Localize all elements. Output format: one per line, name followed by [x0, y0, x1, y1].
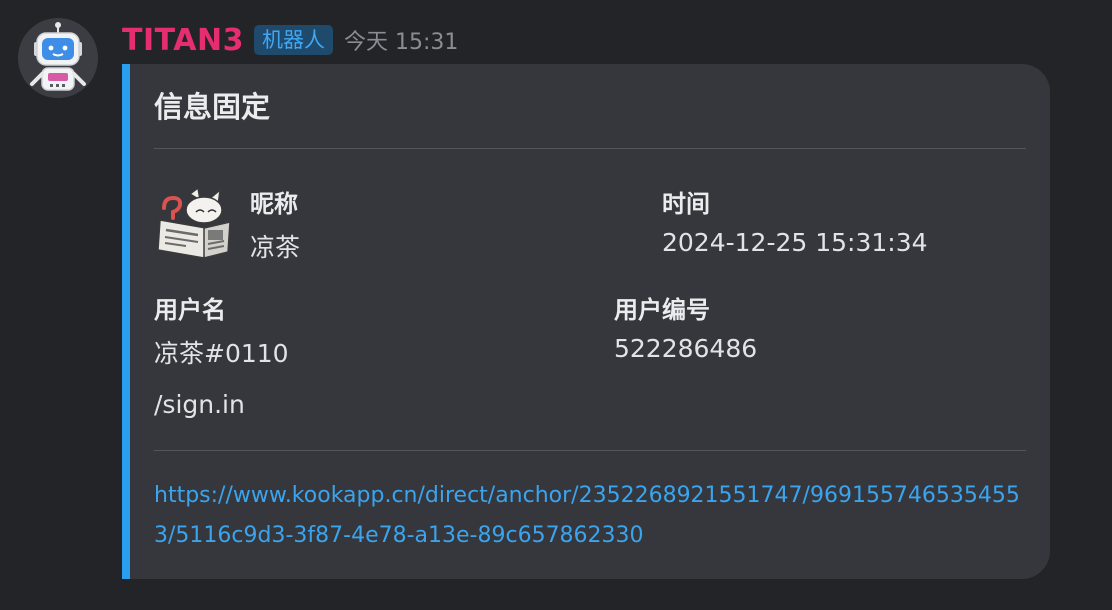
embed-card: 信息固定 昵称 凉茶 时间 2024-12-25 15:31:34 用户名 凉茶… — [122, 64, 1050, 579]
nickname-label: 昵称 — [250, 190, 298, 218]
command-text: /sign.in — [154, 390, 245, 419]
bot-badge: 机器人 — [253, 25, 333, 55]
time-label: 时间 — [662, 190, 710, 218]
author-name[interactable]: TITAN3 — [122, 23, 244, 58]
username-value: 凉茶#0110 — [154, 339, 289, 368]
card-title: 信息固定 — [154, 90, 271, 124]
username-label: 用户名 — [154, 296, 226, 324]
anchor-link[interactable]: https://www.kookapp.cn/direct/anchor/235… — [154, 476, 1034, 556]
nickname-value: 凉茶 — [250, 233, 301, 262]
time-value: 2024-12-25 15:31:34 — [662, 228, 928, 257]
message-header: TITAN3 机器人 今天 15:31 — [122, 20, 458, 60]
cat-reading-newspaper-sticker — [156, 186, 232, 259]
robot-avatar-icon[interactable] — [18, 18, 98, 98]
user-id-value: 522286486 — [614, 334, 758, 363]
message-timestamp: 今天 15:31 — [343, 30, 459, 55]
user-id-label: 用户编号 — [614, 296, 710, 324]
divider — [154, 450, 1026, 451]
divider — [154, 148, 1026, 149]
